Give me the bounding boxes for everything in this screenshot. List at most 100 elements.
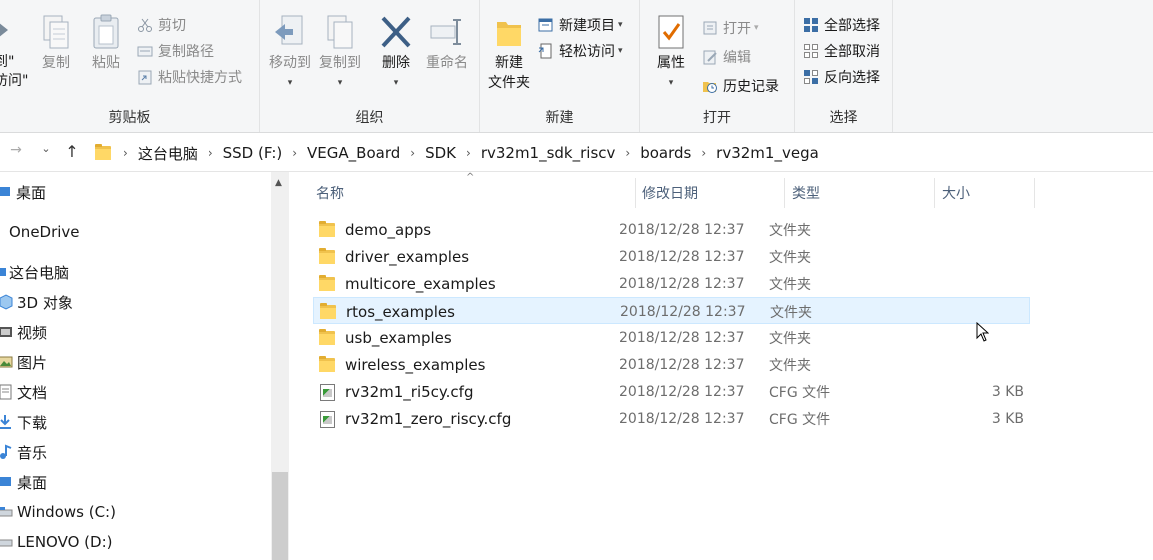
properties-button[interactable]: 属性 ▾ [646,14,696,93]
table-row[interactable]: rv32m1_zero_riscy.cfg 2018/12/28 12:37 CFG… [313,405,1030,432]
breadcrumb-separator-icon[interactable]: › [695,146,712,160]
move-to-dropdown-icon: ▾ [287,78,293,88]
select-all-button[interactable]: 全部选择 [803,14,880,36]
paste-shortcut-label: 粘贴快捷方式 [158,70,242,86]
breadcrumb-separator-icon[interactable]: › [117,146,134,160]
file-name-cell[interactable]: rv32m1_zero_riscy.cfg [319,405,511,432]
column-header-date[interactable]: 修改日期 [635,178,785,208]
history-button[interactable]: 历史记录 [702,75,779,97]
file-name-cell[interactable]: usb_examples [319,324,452,351]
nav-item-desktop-2[interactable]: 桌面 [0,467,47,497]
crumb-this-pc[interactable]: 这台电脑 [134,143,202,164]
file-date: 2018/12/28 12:37 [619,248,745,265]
new-item-label: 新建项目 [559,18,615,34]
breadcrumb[interactable]: › 这台电脑 › SSD (F:) › VEGA_Board › SDK › r… [88,140,1153,166]
nav-item-music[interactable]: 音乐 [0,437,47,467]
breadcrumb-separator-icon[interactable]: › [286,146,303,160]
rename-button[interactable]: 重命名 [422,14,472,73]
nav-scrollbar-thumb[interactable] [272,472,288,560]
column-header-name[interactable]: 名称 [309,178,636,208]
file-type: 文件夹 [770,304,812,321]
nav-item-drive-c[interactable]: Windows (C:) [0,497,116,527]
nav-item-onedrive[interactable]: OneDrive [9,217,80,247]
nav-item-drive-d[interactable]: LENOVO (D:) [0,527,112,557]
invert-selection-button[interactable]: 反向选择 [803,66,880,88]
paste-shortcut-button[interactable]: 粘贴快捷方式 [137,66,242,88]
drive-icon [0,534,14,550]
paste-icon [89,14,123,50]
delete-button[interactable]: 删除 ▾ [375,14,417,93]
cut-button[interactable]: 剪切 [137,14,186,36]
table-row[interactable]: rtos_examples 2018/12/28 12:37 文件夹 [313,297,1030,324]
ribbon: 到" 访问" 复制 粘贴 剪切 复制路径 粘贴快捷方式 剪贴板 [0,0,1153,133]
history-label: 历史记录 [723,79,779,95]
nav-item-this-pc[interactable]: 这台电脑 [0,257,69,287]
table-row[interactable]: wireless_examples 2018/12/28 12:37 文件夹 [313,351,1030,378]
breadcrumb-separator-icon[interactable]: › [619,146,636,160]
easy-access-button[interactable]: 轻松访问 ▾ [538,40,623,62]
file-name-cell[interactable]: multicore_examples [319,270,496,297]
scroll-up-icon[interactable]: ▲ [275,178,282,188]
breadcrumb-separator-icon[interactable]: › [460,146,477,160]
column-header-size[interactable]: 大小 [935,178,1035,208]
paste-button[interactable]: 粘贴 [86,14,126,73]
file-name-cell[interactable]: driver_examples [319,243,469,270]
delete-label: 删除 [382,55,410,71]
folder-icon [319,355,335,373]
edit-button[interactable]: 编辑 [702,46,751,68]
organize-group: 移动到 ▾ 复制到 ▾ 删除 ▾ 重命名 组织 [260,0,480,132]
copy-button[interactable]: 复制 [36,14,76,73]
table-row[interactable]: demo_apps 2018/12/28 12:37 文件夹 [313,216,1030,243]
document-icon [0,384,14,400]
file-name: usb_examples [345,328,452,347]
crumb-sdk[interactable]: SDK [421,144,460,162]
nav-item-pictures[interactable]: 图片 [0,347,47,377]
copy-icon [39,14,73,50]
copy-path-button[interactable]: 复制路径 [137,40,214,62]
column-header-type[interactable]: 类型 [785,178,935,208]
file-name: rv32m1_ri5cy.cfg [345,382,474,401]
table-row[interactable]: driver_examples 2018/12/28 12:37 文件夹 [313,243,1030,270]
crumb-boards[interactable]: boards [636,144,695,162]
select-none-button[interactable]: 全部取消 [803,40,880,62]
forward-arrow-icon[interactable]: → [6,142,26,162]
copy-path-label: 复制路径 [158,44,214,60]
open-dropdown-icon: ▾ [754,23,759,33]
new-folder-button[interactable]: 新建 文件夹 [484,14,534,93]
copy-to-button[interactable]: 复制到 ▾ [315,14,365,93]
nav-item-documents[interactable]: 文档 [0,377,47,407]
nav-item-label: 视频 [17,323,48,342]
crumb-rv32m1-vega[interactable]: rv32m1_vega [712,144,823,162]
nav-item-3d-objects[interactable]: 3D 对象 [0,287,73,317]
pin-quick-access-button[interactable]: 到" 访问" [0,14,29,91]
crumb-vega-board[interactable]: VEGA_Board [303,144,404,162]
file-type: 文件夹 [769,276,811,293]
nav-item-desktop[interactable]: 桌面 [0,177,46,207]
breadcrumb-separator-icon[interactable]: › [202,146,219,160]
file-type: CFG 文件 [769,411,831,428]
move-to-button[interactable]: 移动到 ▾ [265,14,315,93]
crumb-rv32m1-sdk-riscv[interactable]: rv32m1_sdk_riscv [477,144,620,162]
recent-locations-chevron-icon[interactable]: ⌄ [36,142,56,162]
up-arrow-icon[interactable]: ↑ [62,142,82,162]
pin-quick-access-label: 到" 访问" [0,54,29,89]
nav-item-downloads[interactable]: 下载 [0,407,47,437]
table-row[interactable]: usb_examples 2018/12/28 12:37 文件夹 [313,324,1030,351]
file-date: 2018/12/28 12:37 [619,383,745,400]
table-row[interactable]: rv32m1_ri5cy.cfg 2018/12/28 12:37 CFG 文件 3 … [313,378,1030,405]
download-icon [0,414,14,430]
file-name-cell[interactable]: wireless_examples [319,351,485,378]
new-item-button[interactable]: 新建项目 ▾ [538,14,623,36]
delete-x-icon [379,14,413,50]
nav-item-videos[interactable]: 视频 [0,317,47,347]
table-row[interactable]: multicore_examples 2018/12/28 12:37 文件夹 [313,270,1030,297]
breadcrumb-separator-icon[interactable]: › [404,146,421,160]
open-button[interactable]: 打开 ▾ [702,17,759,39]
file-name-cell[interactable]: demo_apps [319,216,431,243]
file-name-cell[interactable]: rv32m1_ri5cy.cfg [319,378,473,405]
crumb-ssd[interactable]: SSD (F:) [219,144,287,162]
rename-label: 重命名 [426,55,468,71]
nav-scrollbar[interactable]: ▲ [271,172,289,560]
file-name-cell[interactable]: rtos_examples [320,298,455,325]
nav-item-label: LENOVO (D:) [17,533,113,551]
